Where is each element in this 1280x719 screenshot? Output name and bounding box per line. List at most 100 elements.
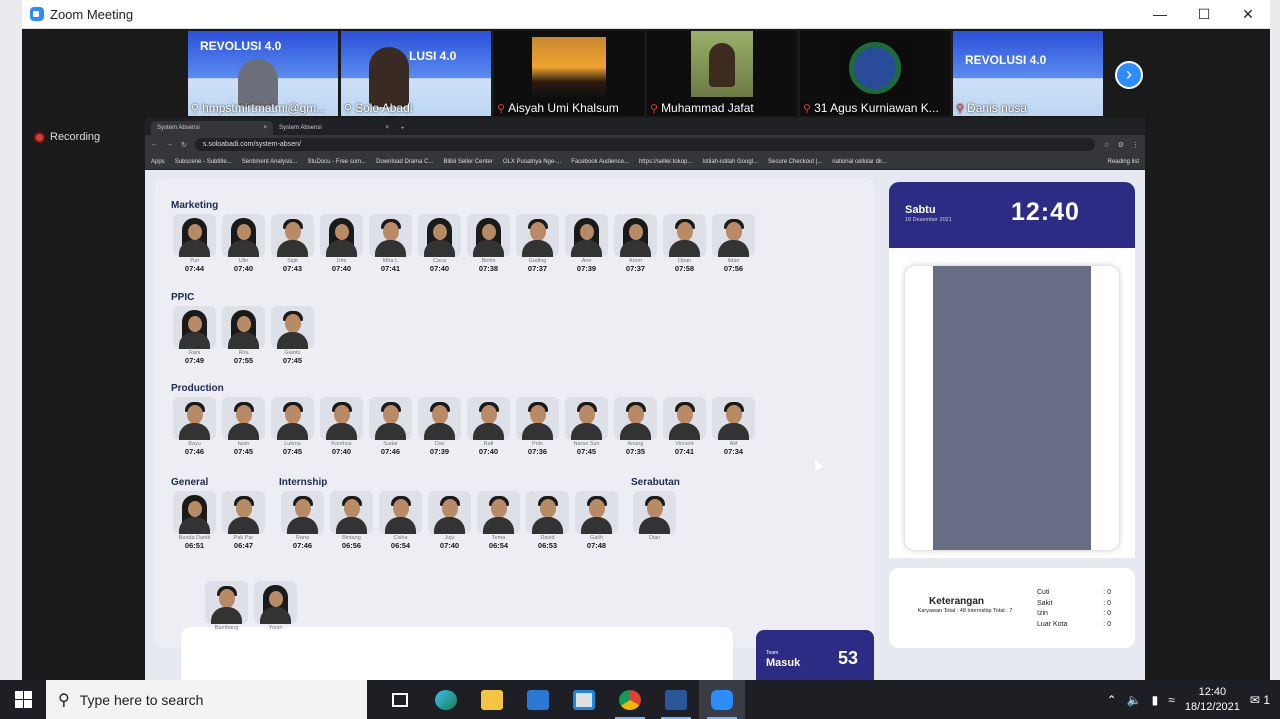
menu-icon[interactable]: ⋮ <box>1132 141 1139 149</box>
reading-list[interactable]: Reading list <box>1108 159 1139 165</box>
employee-card: Galih 07:48 <box>575 491 618 550</box>
employee-card: Lukma 07:45 <box>271 397 314 456</box>
zoom-logo-icon <box>30 7 44 21</box>
next-page-arrow-icon[interactable]: › <box>1115 61 1143 89</box>
minimize-button[interactable]: — <box>1138 6 1182 23</box>
camera-card <box>889 248 1135 558</box>
employee-card: Dian <box>633 491 676 542</box>
zoom-taskbar-icon[interactable] <box>699 680 745 719</box>
bookmark-item[interactable]: Apps <box>151 159 165 165</box>
employee-card: Iwan 07:45 <box>222 397 265 456</box>
edge-icon[interactable] <box>423 680 469 719</box>
section-title-production: Production <box>171 383 224 394</box>
participant-tile[interactable]: REVOLUSI 4.0 ⚲ Danis nusa <box>953 31 1103 116</box>
participant-name: Solo Abadi <box>355 101 413 115</box>
keterangan-card: Keterangan Karyawan Total : 48 Internshi… <box>889 568 1135 648</box>
bookmark-item[interactable]: Download Drama C... <box>376 159 433 165</box>
bookmark-item[interactable]: Blibli Seller Center <box>443 159 492 165</box>
clock-time: 12:40 <box>1011 198 1080 226</box>
absensi-page: Marketing Yuri 07:44 Ulin 07:40 Sigit 07:43 Um… <box>145 170 1145 681</box>
employee-card: Caca 07:40 <box>418 214 461 273</box>
employee-card: Mba L 07:41 <box>369 214 412 273</box>
employee-photo <box>467 214 510 257</box>
start-button[interactable] <box>0 680 46 719</box>
browser-tab[interactable]: System Absensi × <box>151 121 273 135</box>
employee-time: 07:40 <box>478 447 499 456</box>
maximize-button[interactable]: ☐ <box>1182 6 1226 23</box>
bookmark-item[interactable]: StuDocu - Free sum... <box>307 159 366 165</box>
store-icon[interactable] <box>561 680 607 719</box>
employee-photo <box>516 397 559 440</box>
bookmark-item[interactable]: Subscene - Subtitle... <box>175 159 232 165</box>
employee-card: Bintang 06:56 <box>330 491 373 550</box>
taskbar-date: 18/12/2021 <box>1184 700 1240 713</box>
team-count: 53 <box>837 648 858 668</box>
participant-tile[interactable]: REVOLUSI 4.0 ⚲ hmpstmirtmatmi@gm... <box>188 31 338 116</box>
camera-feed <box>933 266 1091 550</box>
bookmark-item[interactable]: Sentiment Analysis... <box>242 159 298 165</box>
employee-time: 07:40 <box>233 264 254 273</box>
forward-icon[interactable]: → <box>166 141 173 148</box>
employee-time: 06:54 <box>390 541 411 550</box>
bookmark-item[interactable]: OLX Pusatnya Nge-... <box>503 159 561 165</box>
day-label: Sabtu <box>905 204 936 216</box>
employee-card: Berlin 07:38 <box>467 214 510 273</box>
participant-name: Muhammad Jafat <box>661 101 754 115</box>
participant-tile-active[interactable]: LUSI 4.0 ⚲ Solo Abadi <box>341 31 491 116</box>
section-title-general: General <box>171 477 209 488</box>
address-bar[interactable]: s.soloabadi.com/system-absen/ <box>194 138 1096 151</box>
close-button[interactable]: ✕ <box>1226 6 1270 23</box>
employee-card: Polo 07:36 <box>516 397 559 456</box>
employee-photo <box>330 491 373 534</box>
employee-photo <box>418 397 461 440</box>
taskbar-search[interactable]: ⚲ Type here to search <box>46 680 367 719</box>
participant-tile[interactable]: ⚲ 31 Agus Kurniawan K... <box>800 31 950 116</box>
employee-photo <box>271 397 314 440</box>
employee-photo <box>477 491 520 534</box>
browser-tab-bar: System Absensi × System Absensi × + <box>145 118 1145 135</box>
bookmark-item[interactable]: Istilah-istilah Googl... <box>702 159 758 165</box>
serabutan-row: Dian <box>633 491 676 542</box>
marketing-row: Yuri 07:44 Ulin 07:40 Sigit 07:43 Umi 07:40 Mba … <box>173 214 755 273</box>
employee-photo <box>205 581 248 624</box>
employee-photo <box>173 306 216 349</box>
notification-icon[interactable]: ✉ 1 <box>1250 693 1270 707</box>
wifi-icon[interactable]: ≈ <box>1168 693 1175 707</box>
team-label: Team <box>766 650 779 656</box>
date-label: 18 Desember 2021 <box>905 217 952 223</box>
employee-card: Pak Par 06:47 <box>222 491 265 550</box>
volume-icon[interactable]: 🔈 <box>1127 693 1142 707</box>
chrome-icon[interactable] <box>607 680 653 719</box>
employee-photo <box>173 397 216 440</box>
bookmark-item[interactable]: Facebook Audience... <box>571 159 629 165</box>
bookmarks-bar: Apps Subscene - Subtitle... Sentiment Anal… <box>145 154 1145 170</box>
file-explorer-icon[interactable] <box>469 680 515 719</box>
bookmark-item[interactable]: https://seller.tokop... <box>639 159 692 165</box>
task-view-icon[interactable] <box>377 680 423 719</box>
mic-icon: ⚲ <box>191 102 200 115</box>
extensions-icon[interactable]: ⚙ <box>1118 141 1124 149</box>
reload-icon[interactable]: ↻ <box>181 141 187 149</box>
bookmark-item[interactable]: Secure Checkout |... <box>768 159 822 165</box>
mail-icon[interactable] <box>515 680 561 719</box>
participant-tile[interactable]: ⚲ Aisyah Umi Khalsum <box>494 31 644 116</box>
employee-card: Yunin <box>254 581 297 632</box>
chevron-up-icon[interactable]: ⌃ <box>1107 693 1117 707</box>
employee-card: Rira 07:55 <box>222 306 265 365</box>
star-icon[interactable]: ☆ <box>1103 141 1109 149</box>
employee-card: Konthus 07:40 <box>320 397 363 456</box>
clock-card: Sabtu 18 Desember 2021 12:40 <box>889 182 1135 248</box>
new-tab-icon[interactable]: + <box>395 126 405 135</box>
word-icon[interactable] <box>653 680 699 719</box>
masuk-label: Masuk <box>766 657 801 669</box>
bookmark-item[interactable]: national cellular dir... <box>832 159 887 165</box>
section-title-serabutan: Serabutan <box>631 477 680 488</box>
employee-card: Ildan 07:56 <box>712 214 755 273</box>
browser-tab[interactable]: System Absensi × <box>273 121 395 135</box>
back-icon[interactable]: ← <box>151 141 158 148</box>
taskbar-clock[interactable]: 12:40 18/12/2021 <box>1185 685 1240 715</box>
participant-tile[interactable]: ⚲ Muhammad Jafat <box>647 31 797 116</box>
employee-card: Cisha 06:54 <box>379 491 422 550</box>
battery-icon[interactable]: ▮ <box>1152 693 1159 707</box>
employee-photo <box>271 214 314 257</box>
